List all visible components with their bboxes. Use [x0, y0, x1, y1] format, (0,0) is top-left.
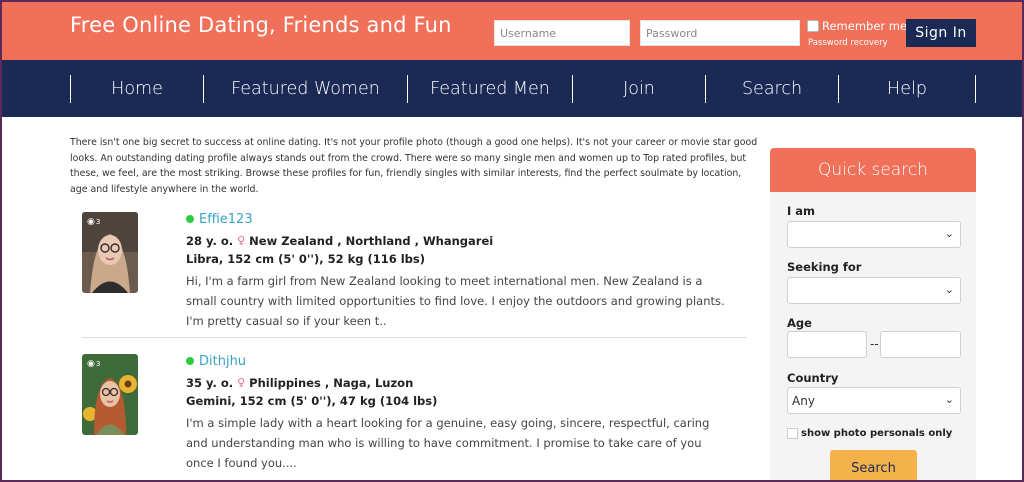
age-separator: --	[870, 337, 879, 351]
profile-info: Dithjhu 35 y. o. ♀ Philippines , Naga, L…	[186, 352, 746, 473]
female-icon: ♀	[237, 234, 246, 247]
camera-icon: ◉3	[87, 359, 101, 369]
remember-label: Remember me	[822, 19, 908, 33]
profile-username-link[interactable]: Effie123	[199, 212, 253, 227]
country-select[interactable]: Any ⌄	[787, 387, 961, 414]
chevron-down-icon: ⌄	[944, 227, 954, 240]
profile-description: I'm a simple lady with a heart looking f…	[186, 416, 710, 470]
profile-location: New Zealand , Northland , Whangarei	[249, 233, 494, 248]
nav-featured-women[interactable]: Featured Women	[204, 75, 407, 103]
seeking-for-select[interactable]: ⌄	[787, 277, 961, 304]
remember-me[interactable]: Remember me	[807, 19, 907, 33]
profile-card: ◉3 Dithjhu 35 y. o. ♀ Philippines , Naga…	[82, 352, 747, 480]
chevron-down-icon: ⌄	[944, 283, 954, 296]
quick-search-title: Quick search	[770, 148, 976, 192]
seeking-for-label: Seeking for	[787, 260, 862, 274]
nav-divider	[975, 75, 976, 103]
i-am-select[interactable]: ⌄	[787, 221, 961, 248]
photo-count: 3	[95, 218, 101, 226]
password-input[interactable]: Password	[640, 20, 800, 46]
photo-only-label: show photo personals only	[801, 428, 953, 439]
age-label: Age	[787, 316, 812, 330]
profile-photo[interactable]: ◉3	[82, 212, 138, 293]
photo-count: 3	[95, 360, 101, 368]
photo-only-checkbox[interactable]	[787, 428, 798, 439]
chevron-down-icon: ⌄	[944, 393, 954, 406]
profile-details: Libra, 152 cm (5' 0''), 52 kg (116 lbs)	[186, 252, 426, 266]
profile-details: Gemini, 152 cm (5' 0''), 47 kg (104 lbs)	[186, 394, 438, 408]
profile-description: Hi, I'm a farm girl from New Zealand loo…	[186, 274, 725, 328]
camera-icon: ◉3	[87, 217, 101, 227]
header-bar: Free Online Dating, Friends and Fun User…	[2, 2, 1022, 60]
main-nav: Home Featured Women Featured Men Join Se…	[2, 60, 1022, 117]
female-icon: ♀	[237, 376, 246, 389]
username-input[interactable]: Username	[494, 20, 630, 46]
online-status-icon	[186, 357, 194, 365]
profile-age: 28 y. o.	[186, 233, 234, 248]
site-title[interactable]: Free Online Dating, Friends and Fun	[70, 13, 452, 37]
age-min-input[interactable]	[787, 331, 867, 358]
remember-checkbox[interactable]	[807, 20, 819, 32]
country-label: Country	[787, 371, 839, 385]
profile-username-link[interactable]: Dithjhu	[199, 354, 246, 369]
i-am-label: I am	[787, 204, 816, 218]
profile-info: Effie123 28 y. o. ♀ New Zealand , Northl…	[186, 210, 746, 331]
profile-age: 35 y. o.	[186, 375, 234, 390]
quick-search-panel: Quick search I am ⌄ Seeking for ⌄ Age --…	[770, 148, 976, 480]
sign-in-button[interactable]: Sign In	[906, 19, 976, 47]
nav-join[interactable]: Join	[573, 75, 705, 103]
profile-card: ◉3 Effie123 28 y. o. ♀ New Zealand , Nor…	[82, 210, 747, 338]
photo-only-option[interactable]: show photo personals only	[787, 428, 952, 439]
nav-featured-men[interactable]: Featured Men	[408, 75, 572, 103]
online-status-icon	[186, 215, 194, 223]
intro-text: There isn't one big secret to success at…	[70, 137, 758, 195]
country-selected-value: Any	[792, 394, 815, 408]
password-recovery-link[interactable]: Password recovery	[808, 38, 888, 48]
nav-search[interactable]: Search	[706, 75, 838, 103]
profile-location: Philippines , Naga, Luzon	[249, 375, 414, 390]
age-max-input[interactable]	[880, 331, 961, 358]
nav-home[interactable]: Home	[71, 75, 203, 103]
quick-search-button[interactable]: Search	[830, 450, 917, 480]
page: Free Online Dating, Friends and Fun User…	[2, 2, 1022, 480]
nav-help[interactable]: Help	[839, 75, 975, 103]
profile-photo[interactable]: ◉3	[82, 354, 138, 435]
